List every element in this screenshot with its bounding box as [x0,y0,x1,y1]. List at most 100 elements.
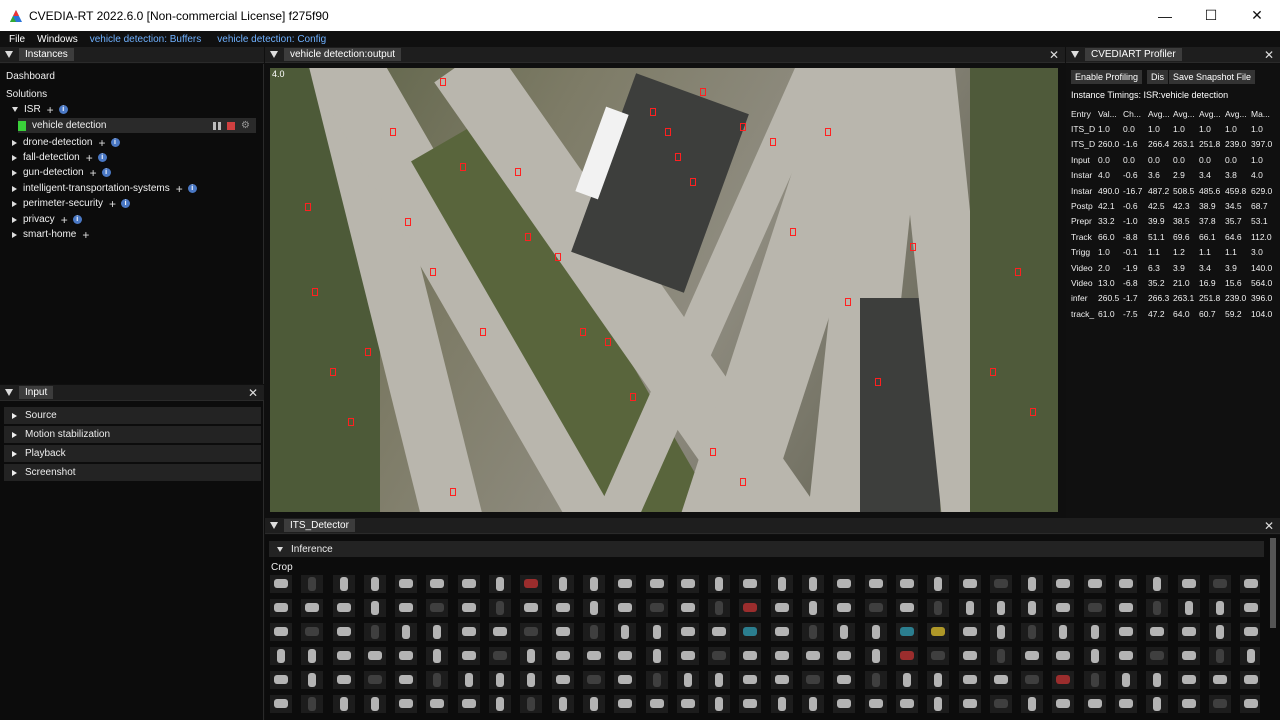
crop-thumbnail[interactable] [833,671,856,689]
crop-thumbnail[interactable] [1052,695,1075,713]
crop-thumbnail[interactable] [1115,647,1138,665]
crop-thumbnail[interactable] [802,647,825,665]
video-output-view[interactable]: 4.0 [270,68,1058,512]
crop-thumbnail[interactable] [1240,623,1260,641]
crop-thumbnail[interactable] [301,671,324,689]
save-snapshot-button[interactable]: Save Snapshot File [1169,70,1256,84]
crop-thumbnail[interactable] [1083,575,1106,593]
collapse-icon[interactable] [270,51,278,58]
crop-thumbnail[interactable] [582,575,605,593]
crop-thumbnail[interactable] [802,599,825,617]
crop-thumbnail[interactable] [895,623,918,641]
crop-thumbnail[interactable] [645,599,668,617]
crop-thumbnail[interactable] [332,575,355,593]
crop-thumbnail[interactable] [1146,695,1169,713]
crop-thumbnail[interactable] [989,575,1012,593]
crop-thumbnail[interactable] [1208,599,1231,617]
crop-thumbnail[interactable] [457,671,480,689]
crop-thumbnail[interactable] [1052,575,1075,593]
crop-thumbnail[interactable] [426,575,449,593]
crop-thumbnail[interactable] [1240,575,1260,593]
tree-item-smart-home[interactable]: smart-home + [12,227,89,242]
collapse-icon[interactable] [5,389,13,396]
column-header[interactable]: Val... [1098,106,1123,121]
crop-thumbnail[interactable] [927,599,950,617]
crop-thumbnail[interactable] [332,599,355,617]
crop-thumbnail[interactable] [645,671,668,689]
crop-thumbnail[interactable] [426,599,449,617]
crop-thumbnail[interactable] [457,695,480,713]
tree-item-vehicle-detection[interactable]: vehicle detection ⚙ [18,118,256,133]
crop-thumbnail[interactable] [270,575,292,593]
crop-thumbnail[interactable] [1208,671,1231,689]
menu-buffers[interactable]: vehicle detection: Buffers [90,34,202,45]
crop-thumbnail[interactable] [958,575,981,593]
crop-thumbnail[interactable] [1052,623,1075,641]
tree-item-fall-detection[interactable]: fall-detection + i [12,150,107,165]
tree-item-its[interactable]: intelligent-transportation-systems + i [12,181,197,196]
crop-thumbnail[interactable] [1083,695,1106,713]
crop-thumbnail[interactable] [739,599,762,617]
input-row-source[interactable]: Source [4,407,261,424]
crop-thumbnail[interactable] [301,647,324,665]
add-icon[interactable]: + [109,197,116,211]
crop-thumbnail[interactable] [1208,623,1231,641]
crop-thumbnail[interactable] [989,623,1012,641]
crop-thumbnail[interactable] [708,623,731,641]
crop-thumbnail[interactable] [363,695,386,713]
crop-thumbnail[interactable] [301,623,324,641]
column-header[interactable]: Avg... [1173,106,1199,121]
crop-thumbnail[interactable] [332,647,355,665]
crop-thumbnail[interactable] [1146,671,1169,689]
gear-icon[interactable]: ⚙ [241,120,250,131]
crop-thumbnail[interactable] [676,599,699,617]
crop-thumbnail[interactable] [1240,695,1260,713]
crop-thumbnail[interactable] [676,671,699,689]
crop-thumbnail[interactable] [1083,647,1106,665]
column-header[interactable]: Avg... [1225,106,1251,121]
tab-vehicle-output[interactable]: vehicle detection:output [284,48,402,61]
crop-thumbnail[interactable] [1021,671,1044,689]
crop-thumbnail[interactable] [958,671,981,689]
crop-thumbnail[interactable] [833,695,856,713]
crop-thumbnail[interactable] [1083,671,1106,689]
crop-thumbnail[interactable] [895,647,918,665]
crop-thumbnail[interactable] [520,599,543,617]
crop-thumbnail[interactable] [457,623,480,641]
crop-thumbnail[interactable] [864,671,887,689]
add-icon[interactable]: + [86,151,93,165]
crop-thumbnail[interactable] [332,623,355,641]
tree-item-drone-detection[interactable]: drone-detection + i [12,135,120,150]
crop-thumbnail[interactable] [1177,575,1200,593]
crop-thumbnail[interactable] [895,575,918,593]
crop-thumbnail[interactable] [520,671,543,689]
add-icon[interactable]: + [61,213,68,227]
crop-thumbnail[interactable] [1021,647,1044,665]
info-icon[interactable]: i [121,199,131,208]
crop-thumbnail[interactable] [676,623,699,641]
column-header[interactable]: Ma... [1251,106,1279,121]
column-header[interactable]: Entry [1071,106,1098,121]
crop-thumbnail[interactable] [676,575,699,593]
crop-thumbnail[interactable] [895,671,918,689]
menu-windows[interactable]: Windows [37,34,78,45]
crop-thumbnail[interactable] [708,599,731,617]
crop-thumbnail[interactable] [551,623,574,641]
input-row-motion-stabilization[interactable]: Motion stabilization [4,426,261,443]
crop-thumbnail[interactable] [457,599,480,617]
close-button[interactable]: ✕ [1234,0,1280,31]
crop-thumbnail[interactable] [614,695,637,713]
crop-thumbnail[interactable] [770,671,793,689]
crop-thumbnail[interactable] [770,623,793,641]
crop-thumbnail[interactable] [614,623,637,641]
input-row-screenshot[interactable]: Screenshot [4,464,261,481]
enable-profiling-button[interactable]: Enable Profiling [1071,70,1143,84]
info-icon[interactable]: i [101,168,111,177]
info-icon[interactable]: i [110,138,120,147]
crop-thumbnail[interactable] [582,695,605,713]
crop-thumbnail[interactable] [1146,575,1169,593]
crop-thumbnail[interactable] [395,599,418,617]
crop-thumbnail[interactable] [1052,599,1075,617]
crop-thumbnail[interactable] [395,695,418,713]
tree-item-gun-detection[interactable]: gun-detection + i [12,165,111,180]
